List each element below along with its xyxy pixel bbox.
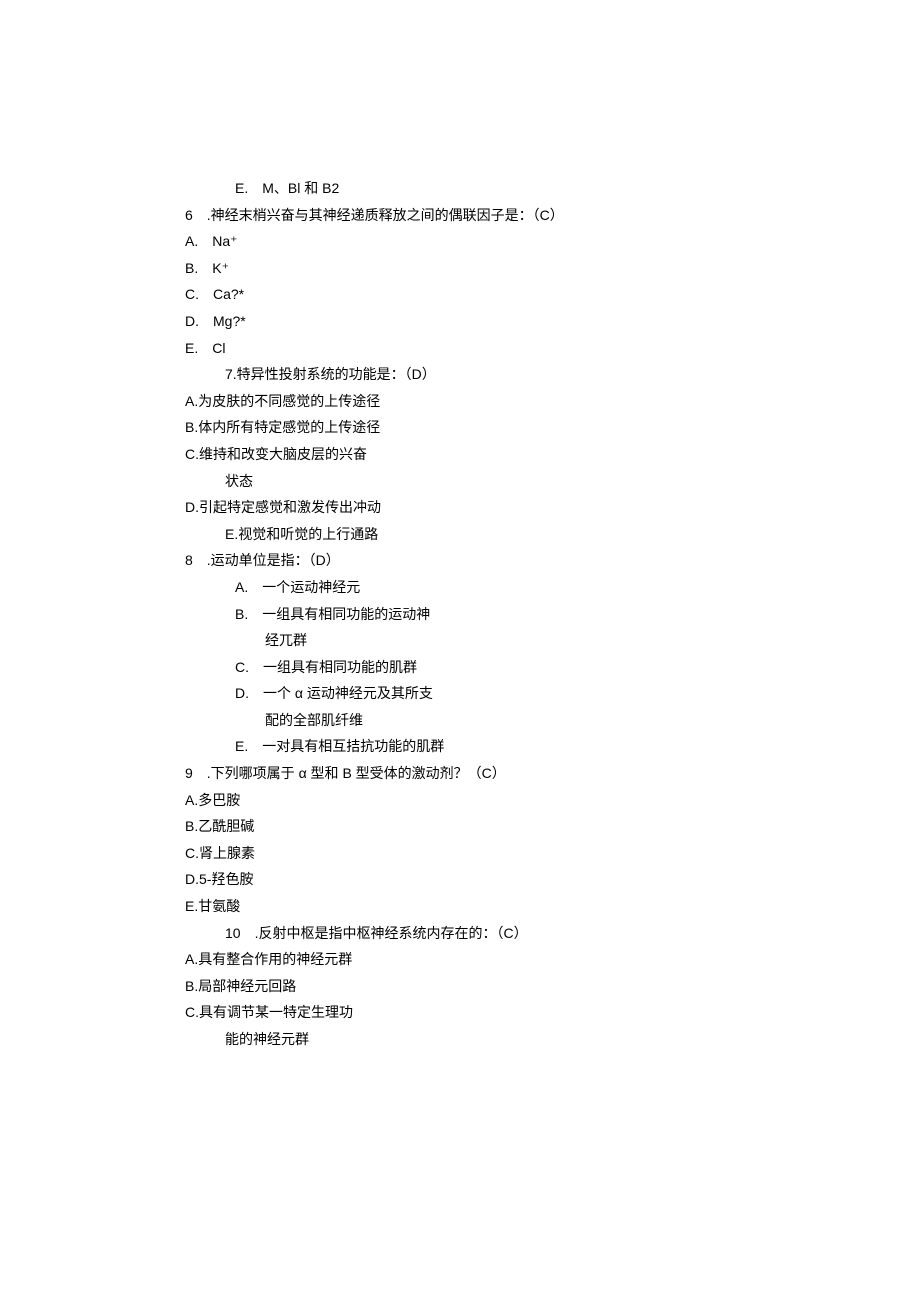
text-line: A. Na⁺ bbox=[185, 228, 800, 255]
text-line: C.维持和改变大脑皮层的兴奋 bbox=[185, 441, 800, 468]
text-line: D.5-羟色胺 bbox=[185, 866, 800, 893]
text-line: 6 .神经末梢兴奋与其神经递质释放之间的偶联因子是：（C） bbox=[185, 202, 800, 229]
text-line: D.引起特定感觉和激发传出冲动 bbox=[185, 494, 800, 521]
text-line: A.多巴胺 bbox=[185, 787, 800, 814]
text-line: B. 一组具有相同功能的运动神 bbox=[185, 601, 800, 628]
text-line: E.视觉和听觉的上行通路 bbox=[185, 521, 800, 548]
text-line: E. Cl bbox=[185, 335, 800, 362]
document-page: E. M、Bl 和 B26 .神经末梢兴奋与其神经递质释放之间的偶联因子是：（C… bbox=[0, 0, 920, 1301]
text-line: 8 .运动单位是指：（D） bbox=[185, 547, 800, 574]
document-body: E. M、Bl 和 B26 .神经末梢兴奋与其神经递质释放之间的偶联因子是：（C… bbox=[185, 175, 800, 1053]
text-line: A.具有整合作用的神经元群 bbox=[185, 946, 800, 973]
text-line: 状态 bbox=[185, 468, 800, 495]
text-line: D. 一个 α 运动神经元及其所支 bbox=[185, 680, 800, 707]
text-line: E. M、Bl 和 B2 bbox=[185, 175, 800, 202]
text-line: 经兀群 bbox=[185, 627, 800, 654]
text-line: C. Ca?* bbox=[185, 281, 800, 308]
text-line: A. 一个运动神经元 bbox=[185, 574, 800, 601]
text-line: C.具有调节某一特定生理功 bbox=[185, 999, 800, 1026]
text-line: B.体内所有特定感觉的上传途径 bbox=[185, 414, 800, 441]
text-line: B.局部神经元回路 bbox=[185, 973, 800, 1000]
text-line: D. Mg?* bbox=[185, 308, 800, 335]
text-line: 9 .下列哪项属于 α 型和 B 型受体的激动剂？（C） bbox=[185, 760, 800, 787]
text-line: E. 一对具有相互拮抗功能的肌群 bbox=[185, 733, 800, 760]
text-line: 配的全部肌纤维 bbox=[185, 707, 800, 734]
text-line: E.甘氨酸 bbox=[185, 893, 800, 920]
text-line: 7.特异性投射系统的功能是：（D） bbox=[185, 361, 800, 388]
text-line: B.乙酰胆碱 bbox=[185, 813, 800, 840]
text-line: B. K⁺ bbox=[185, 255, 800, 282]
text-line: 能的神经元群 bbox=[185, 1026, 800, 1053]
text-line: C. 一组具有相同功能的肌群 bbox=[185, 654, 800, 681]
text-line: 10 .反射中枢是指中枢神经系统内存在的：（C） bbox=[185, 920, 800, 947]
text-line: A.为皮肤的不同感觉的上传途径 bbox=[185, 388, 800, 415]
text-line: C.肾上腺素 bbox=[185, 840, 800, 867]
